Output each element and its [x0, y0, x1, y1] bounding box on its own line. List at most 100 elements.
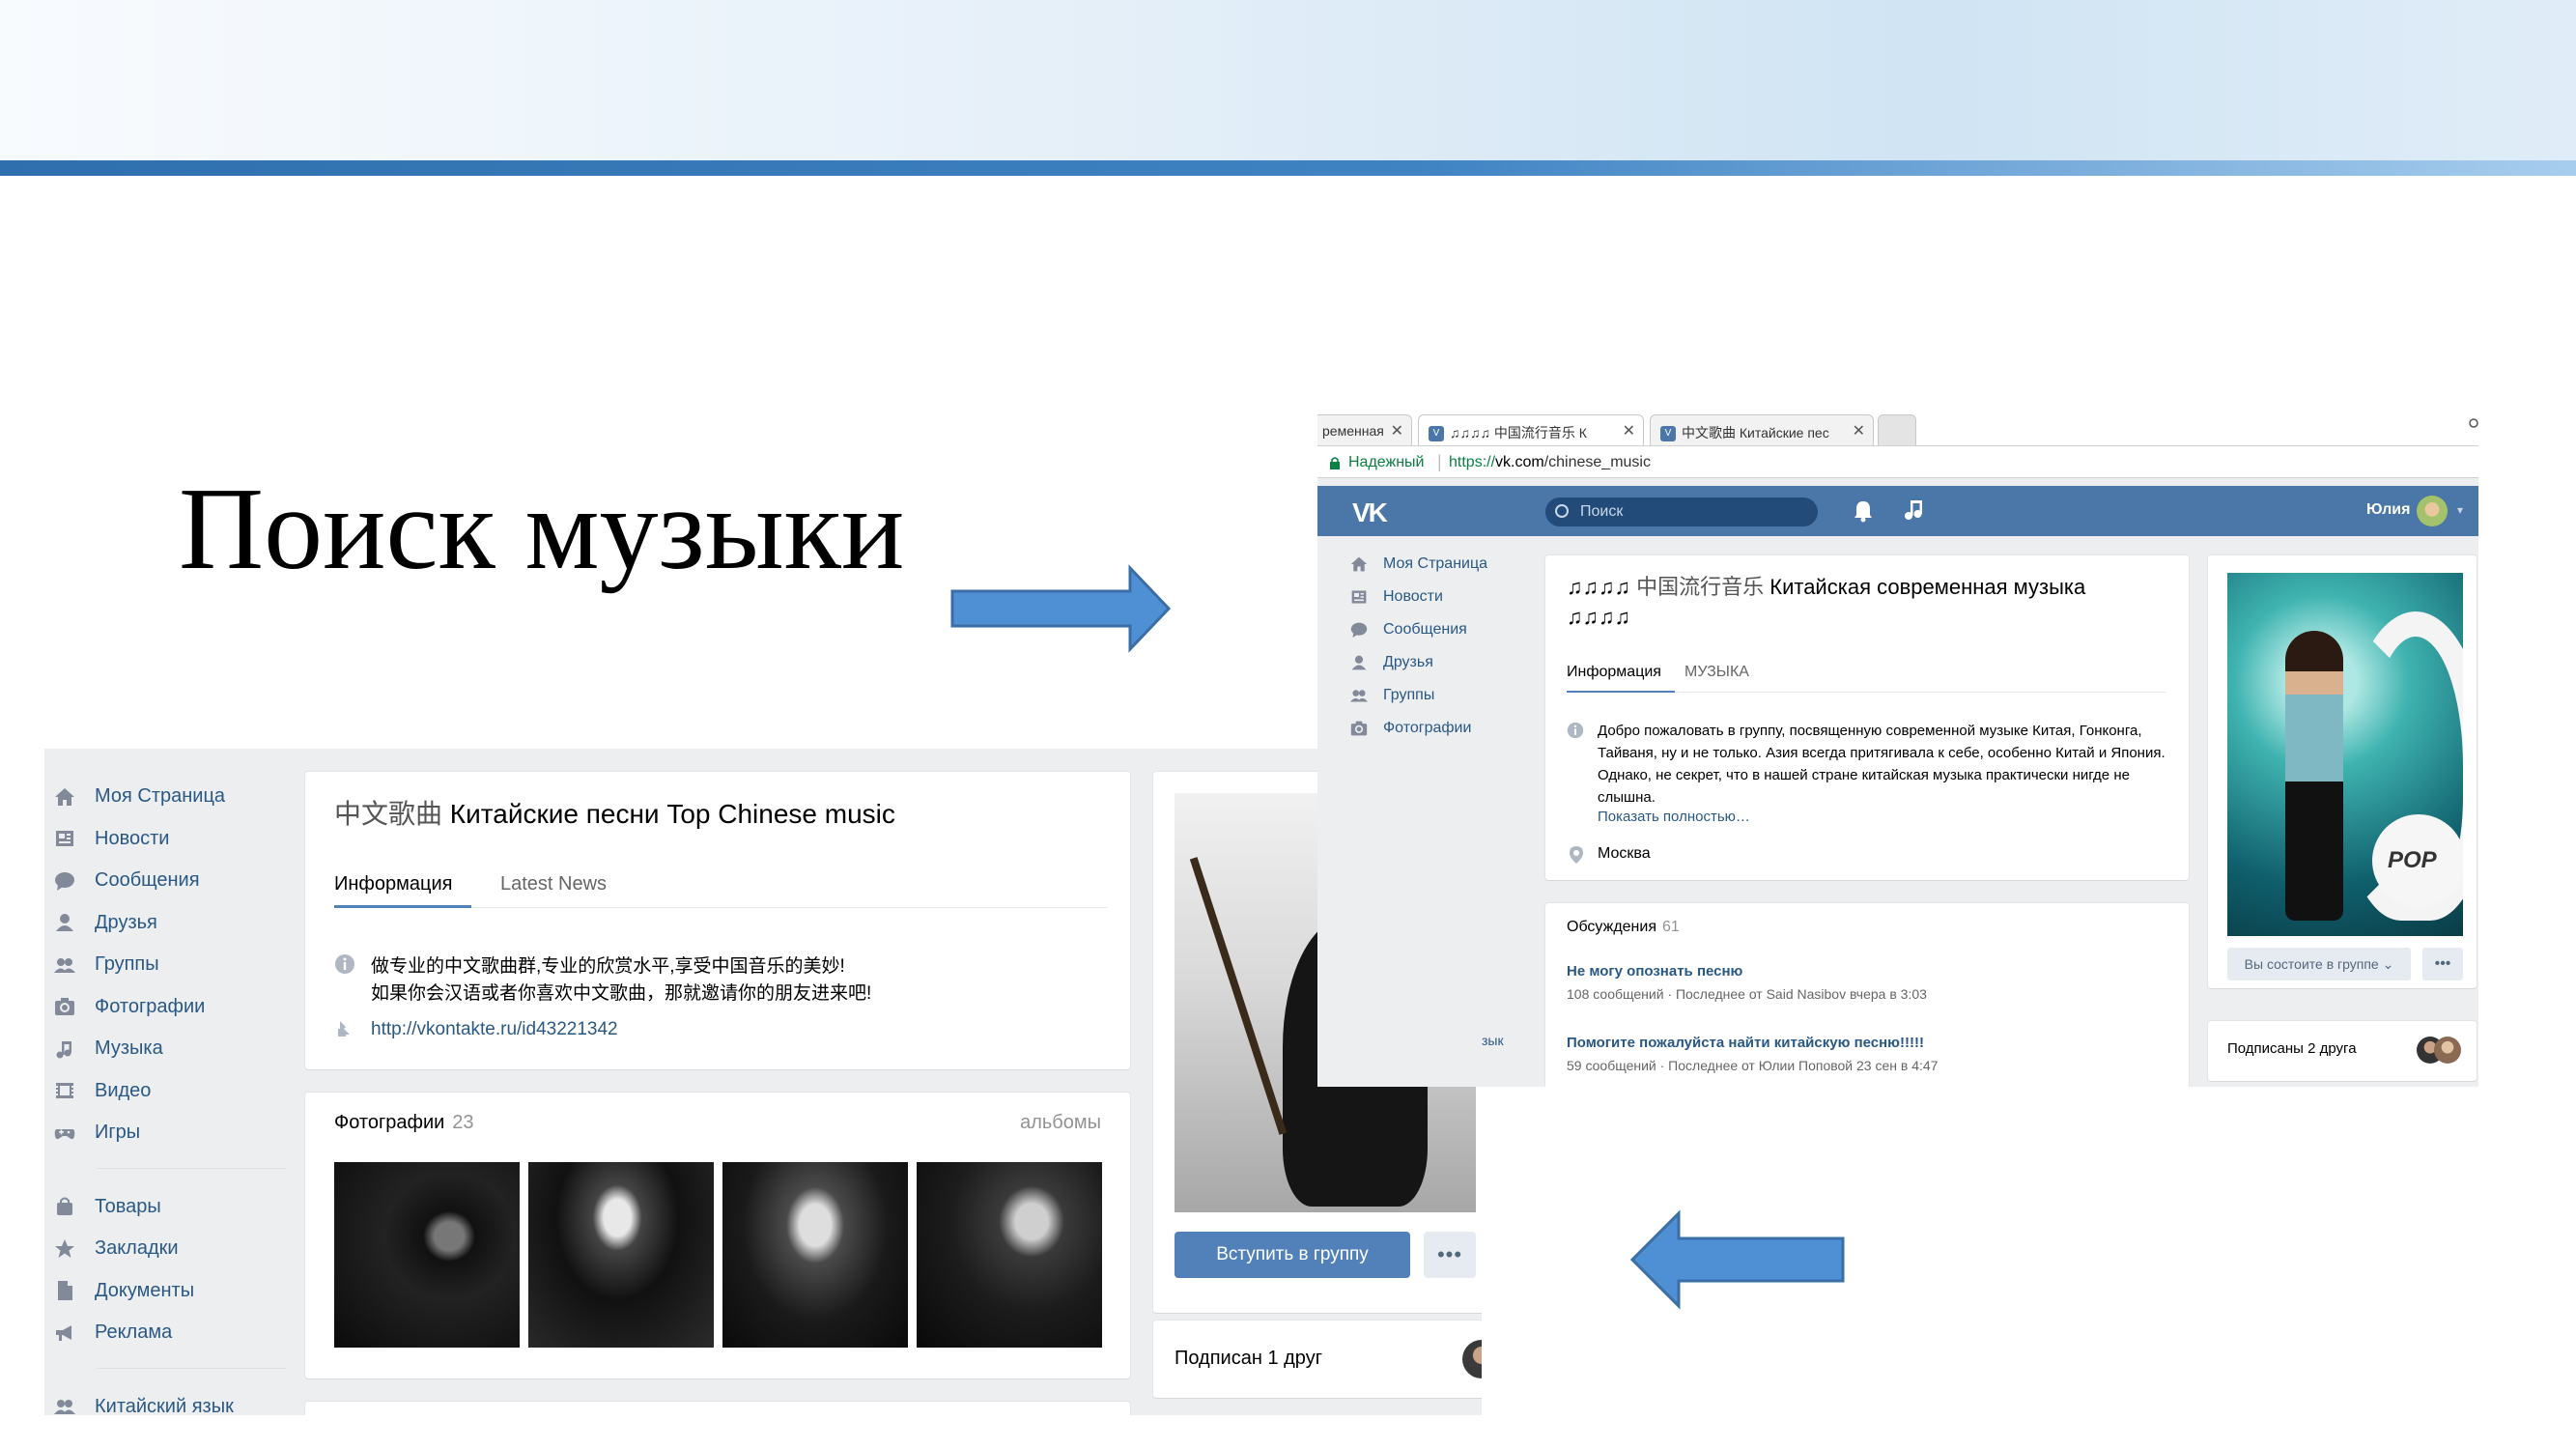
avatar[interactable]: [2417, 496, 2448, 526]
photos-heading[interactable]: Фотографии 23: [334, 1112, 474, 1134]
sidebar-item-video[interactable]: Видео: [54, 1070, 305, 1113]
search-placeholder: Поиск: [1580, 503, 1624, 520]
sidebar-item-messages[interactable]: Сообщения: [1350, 613, 1543, 646]
next-card-edge: [305, 1402, 1130, 1415]
friends-subscribed[interactable]: Подписаны 2 друга: [2227, 1040, 2357, 1057]
sidebar-item-goods[interactable]: Товары: [54, 1186, 305, 1229]
sidebar-item-label: Китайский язык: [95, 1395, 234, 1415]
friends-icon: [1351, 655, 1367, 670]
user-name[interactable]: Юлия: [2366, 501, 2410, 519]
search-icon: [1555, 504, 1569, 518]
camera-icon: [55, 998, 74, 1016]
window-control-icon[interactable]: [2469, 414, 2478, 432]
address-separator: |: [1437, 452, 1442, 471]
tab-information[interactable]: Информация: [1567, 664, 1661, 681]
search-input[interactable]: Поиск: [1545, 497, 1818, 526]
show-more-link[interactable]: Показать полностью…: [1598, 809, 1750, 825]
sidebar-item-my-page[interactable]: Моя Страница: [54, 776, 305, 818]
sidebar-item-news[interactable]: Новости: [54, 818, 305, 861]
albums-link[interactable]: альбомы: [1020, 1112, 1101, 1134]
megaphone-icon: [56, 1324, 71, 1341]
bell-icon[interactable]: [1853, 499, 1874, 523]
active-tab-indicator: [334, 905, 471, 908]
arrow-right-icon: [950, 564, 1172, 653]
browser-tab-active[interactable]: V ♫♫♫♫ 中国流行音乐 К ✕: [1418, 414, 1644, 445]
friends-card: Подписан 1 друг: [1153, 1321, 1482, 1398]
group-header-card: ♫♫♫♫ 中国流行音乐 Китайская современная музыка…: [1545, 555, 2189, 880]
sidebar-item-groups[interactable]: Группы: [54, 944, 305, 986]
group-title: ♫♫♫♫ 中国流行音乐 Китайская современная музыка…: [1567, 573, 2166, 632]
photo-thumbnail[interactable]: [528, 1162, 714, 1348]
sidebar-item-label: Группы: [1383, 687, 1435, 703]
group-link[interactable]: http://vkontakte.ru/id43221342: [371, 1019, 618, 1040]
photo-thumbnail[interactable]: [917, 1162, 1102, 1348]
groups-icon: [54, 957, 75, 973]
tab-information[interactable]: Информация: [334, 873, 452, 895]
close-icon[interactable]: ✕: [1853, 421, 1865, 440]
sidebar-item-groups[interactable]: Группы: [1350, 679, 1543, 712]
sidebar-item-music[interactable]: Музыка: [54, 1028, 305, 1070]
group-description-line-2: 如果你会汉语或者你喜欢中文歌曲，那就邀请你的朋友进来吧!: [371, 983, 872, 1004]
discussion-topic[interactable]: Помогите пожалуйста найти китайскую песн…: [1567, 1035, 1924, 1051]
sidebar-item-my-page[interactable]: Моя Страница: [1350, 548, 1543, 581]
sidebar-item-messages[interactable]: Сообщения: [54, 860, 305, 902]
discussions-count: 61: [1661, 919, 1680, 935]
sidebar-item-label: Игры: [95, 1122, 141, 1144]
friends-subscribed[interactable]: Подписан 1 друг: [1175, 1348, 1322, 1370]
vk-logo[interactable]: VK: [1352, 497, 1388, 528]
tab-music[interactable]: МУЗЫКА: [1684, 664, 1749, 681]
sidebar-item-chinese-language[interactable]: Китайский язык: [54, 1386, 305, 1415]
photos-card: Фотографии 23 альбомы: [305, 1093, 1130, 1378]
sidebar-item-label: Реклама: [95, 1321, 173, 1344]
group-avatar-photo[interactable]: POP: [2227, 573, 2463, 936]
browser-tab[interactable]: V 中文歌曲 Китайские пес ✕: [1650, 414, 1874, 445]
vk-favicon-icon: V: [1660, 426, 1676, 442]
join-group-button[interactable]: Вступить в группу: [1175, 1232, 1410, 1278]
music-note-icon: [56, 1040, 71, 1059]
sidebar-item-photos[interactable]: Фотографии: [1350, 712, 1543, 745]
sidebar: Моя Страница Новости Сообщения Друзья Гр…: [54, 776, 305, 1415]
chevron-down-icon[interactable]: ▾: [2457, 503, 2463, 517]
url-scheme: https://: [1449, 454, 1496, 470]
more-actions-button[interactable]: •••: [1424, 1232, 1476, 1278]
tab-latest-news[interactable]: Latest News: [500, 873, 607, 895]
discussion-meta: 59 сообщений · Последнее от Юлии Поповой…: [1567, 1058, 1939, 1073]
sidebar-divider: [97, 1367, 286, 1369]
avatar[interactable]: [1462, 1340, 1482, 1378]
sidebar-item-photos[interactable]: Фотографии: [54, 986, 305, 1029]
sidebar-item-friends[interactable]: Друзья: [54, 902, 305, 945]
sidebar-item-bookmarks[interactable]: Закладки: [54, 1228, 305, 1270]
sidebar-divider: [97, 1167, 286, 1169]
sidebar-item-ads[interactable]: Реклама: [54, 1312, 305, 1354]
group-title-text: Китайская современная музыка: [1769, 575, 2086, 599]
discussion-topic[interactable]: Не могу опознать песню: [1567, 963, 1742, 980]
avatar[interactable]: [2434, 1037, 2461, 1064]
sidebar-item-truncated[interactable]: зык: [1482, 1033, 1504, 1048]
new-tab-button[interactable]: [1878, 414, 1916, 445]
sidebar-item-friends[interactable]: Друзья: [1350, 646, 1543, 679]
vk-header: VK Поиск Юлия ▾: [1317, 486, 2478, 536]
music-note-icon[interactable]: [1903, 497, 1926, 523]
group-title-chinese: 中国流行音乐: [1636, 576, 1765, 600]
membership-dropdown-button[interactable]: Вы состоите в группе ⌄: [2227, 948, 2411, 980]
document-icon: [58, 1281, 72, 1301]
photo-thumbnail[interactable]: [722, 1162, 908, 1348]
more-actions-button[interactable]: •••: [2422, 948, 2463, 980]
group-description-line-1: 做专业的中文歌曲群,专业的欣赏水平,享受中国音乐的美妙!: [371, 956, 845, 977]
close-icon[interactable]: ✕: [1623, 421, 1635, 440]
messages-icon: [55, 871, 74, 891]
sidebar-item-games[interactable]: Игры: [54, 1112, 305, 1154]
header-stripe: [0, 160, 2576, 176]
url-path: /chinese_music: [1543, 454, 1651, 470]
browser-tab[interactable]: ременная ✕: [1317, 414, 1412, 445]
sidebar-item-label: Группы: [95, 953, 159, 976]
sidebar-item-documents[interactable]: Документы: [54, 1270, 305, 1313]
browser-tab-label: ременная: [1322, 423, 1384, 439]
photo-thumbnail[interactable]: [334, 1162, 520, 1348]
info-icon: [1567, 722, 1584, 739]
close-icon[interactable]: ✕: [1391, 421, 1403, 440]
sidebar-item-news[interactable]: Новости: [1350, 581, 1543, 613]
discussions-heading[interactable]: Обсуждения 61: [1567, 919, 1680, 936]
home-icon: [55, 787, 74, 806]
address-bar[interactable]: Надежный | https://vk.com/chinese_music: [1317, 445, 2478, 478]
